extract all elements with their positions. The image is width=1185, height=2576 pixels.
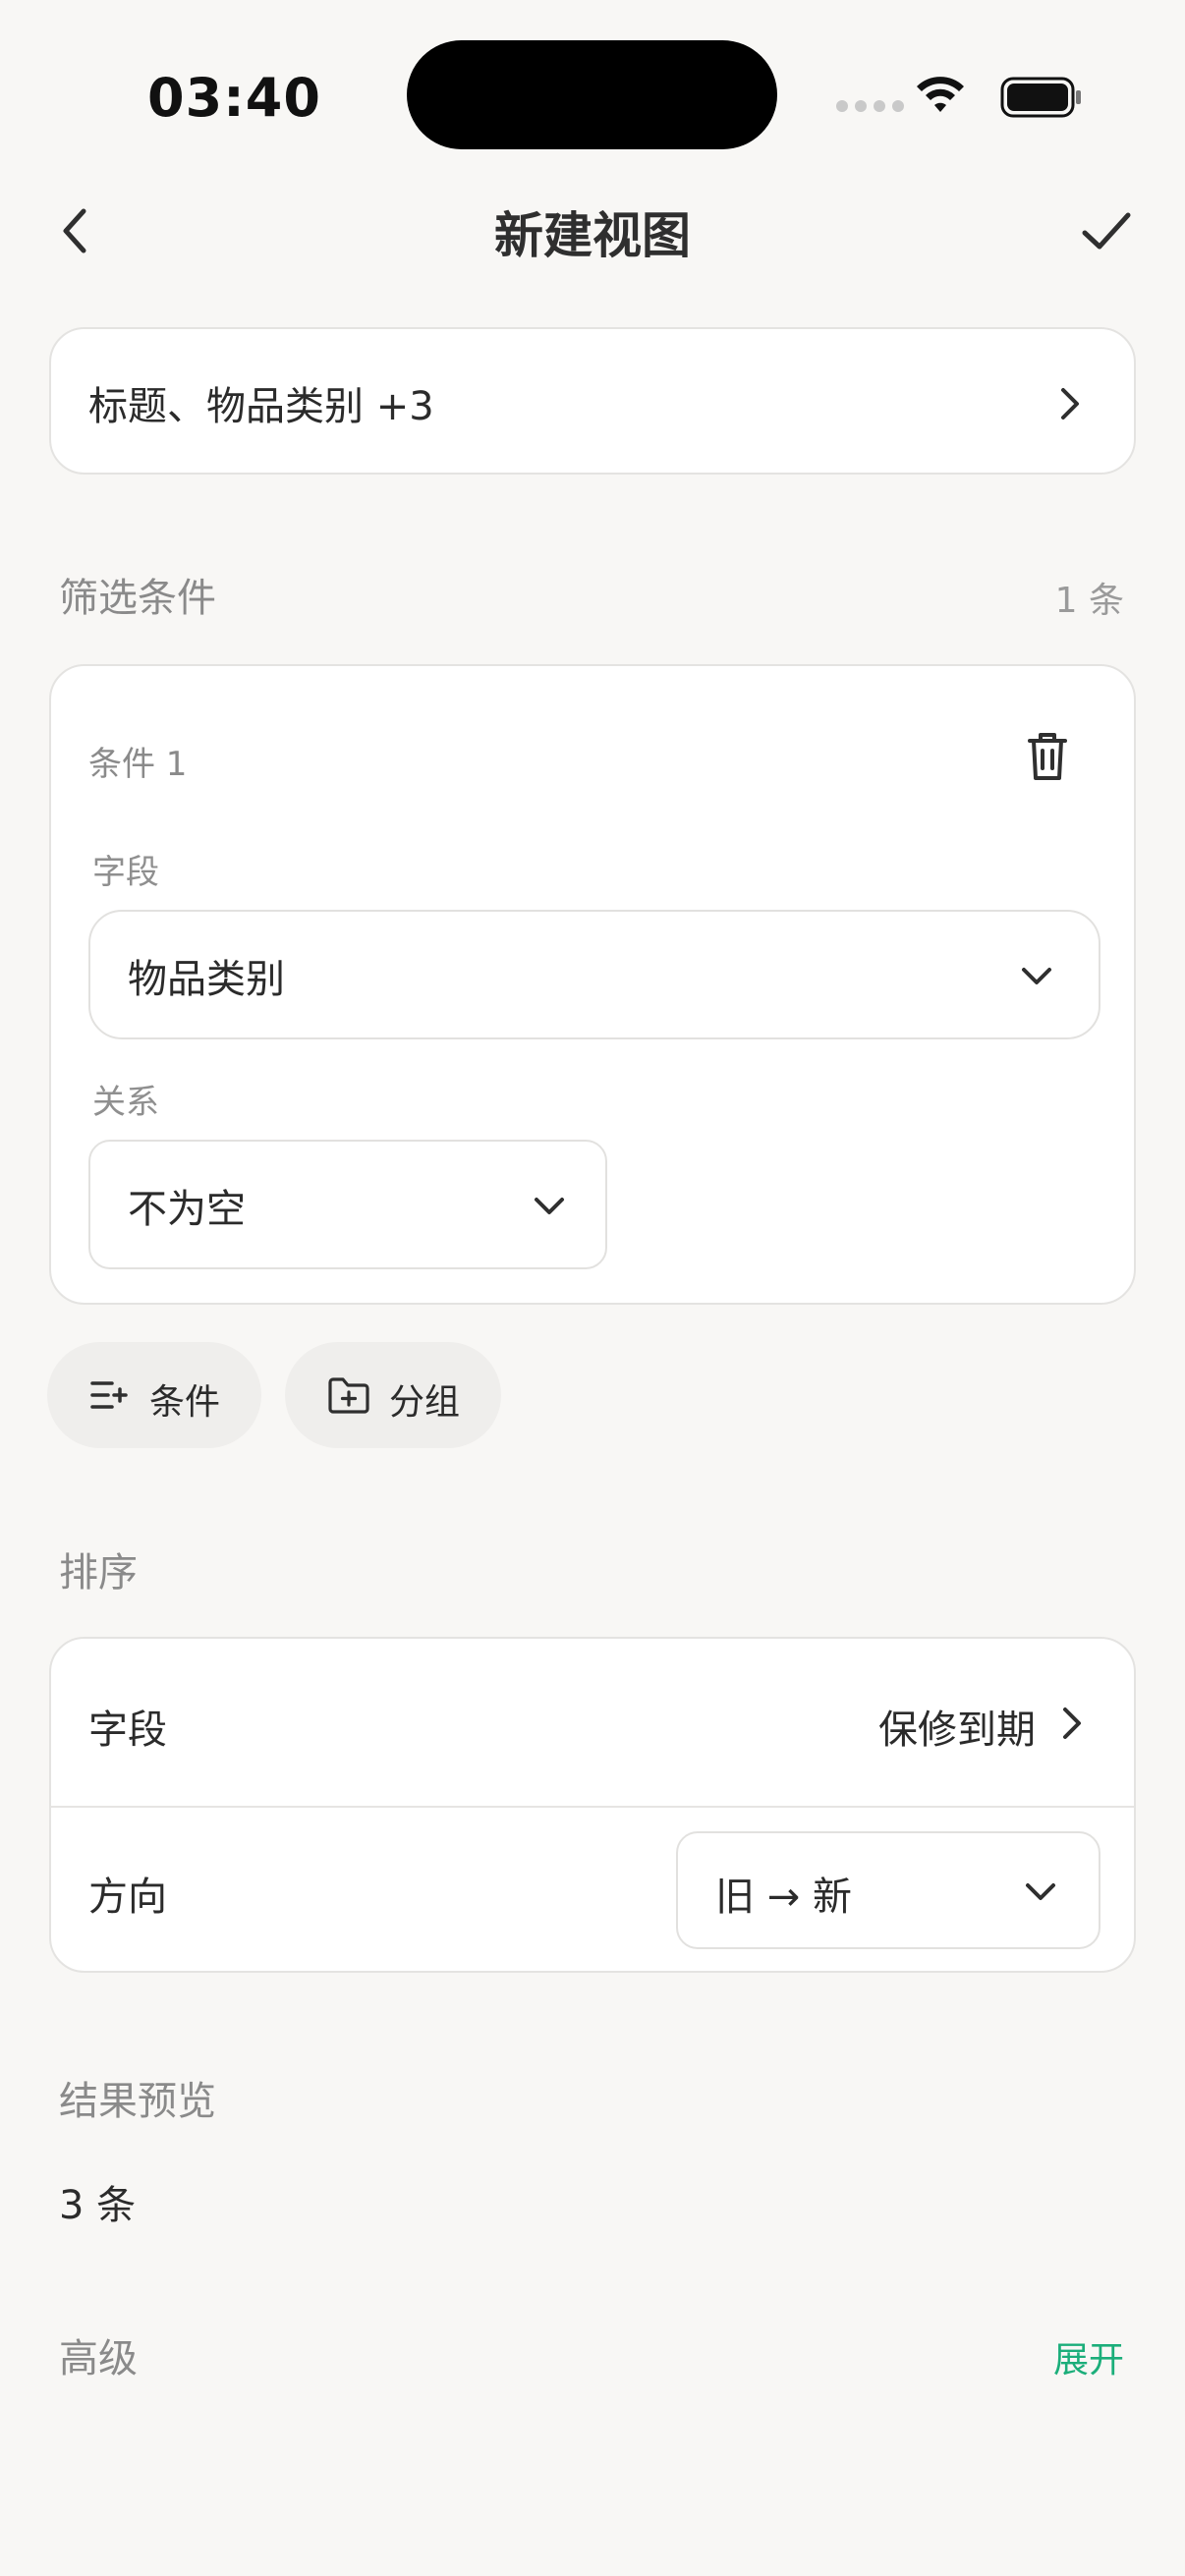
folder-plus-icon — [328, 1377, 369, 1414]
chevron-down-icon — [535, 1198, 564, 1214]
display-fields-row[interactable]: 标题、物品类别 +3 — [49, 327, 1136, 475]
status-icons — [788, 75, 1083, 118]
advanced-expand-link[interactable]: 展开 — [1053, 2331, 1124, 2382]
preview-section-label: 结果预览 — [59, 2079, 216, 2124]
chevron-down-icon — [1022, 968, 1051, 984]
display-fields-summary: 标题、物品类别 +3 — [88, 384, 434, 429]
sort-direction-value: 旧 → 新 — [715, 1875, 852, 1920]
condition-title: 条件 1 — [88, 745, 188, 784]
confirm-check-icon[interactable] — [1077, 201, 1136, 260]
sort-field-label: 字段 — [88, 1708, 167, 1753]
sort-field-value: 保修到期 — [878, 1708, 1036, 1753]
cellular-signal-icon — [836, 100, 904, 112]
chevron-right-icon — [1063, 1708, 1081, 1739]
dynamic-island — [407, 40, 777, 149]
divider — [51, 1806, 1134, 1808]
add-group-button[interactable]: 分组 — [285, 1342, 501, 1448]
preview-result-count: 3 条 — [59, 2183, 137, 2228]
field-select-value: 物品类别 — [128, 957, 285, 1002]
advanced-section-label: 高级 — [59, 2336, 138, 2381]
relation-label: 关系 — [92, 1083, 159, 1122]
add-condition-label: 条件 — [149, 1382, 221, 1423]
filter-section-label: 筛选条件 — [59, 576, 216, 621]
page-title: 新建视图 — [494, 207, 691, 264]
sort-card: 字段 保修到期 方向 旧 → 新 — [49, 1637, 1136, 1973]
chevron-down-icon — [1026, 1883, 1055, 1900]
sort-direction-select[interactable]: 旧 → 新 — [676, 1831, 1100, 1949]
field-select[interactable]: 物品类别 — [88, 910, 1100, 1039]
battery-icon — [1000, 77, 1081, 118]
delete-trash-icon[interactable] — [1026, 731, 1069, 782]
add-condition-icon — [90, 1381, 128, 1409]
sort-section-label: 排序 — [59, 1550, 138, 1596]
relation-select[interactable]: 不为空 — [88, 1140, 607, 1269]
status-time: 03:40 — [147, 67, 321, 129]
add-group-label: 分组 — [389, 1382, 461, 1423]
field-label: 字段 — [92, 853, 159, 892]
add-condition-button[interactable]: 条件 — [47, 1342, 261, 1448]
sort-field-row[interactable]: 字段 保修到期 — [51, 1639, 1134, 1806]
wifi-icon — [917, 77, 964, 112]
sort-direction-label: 方向 — [88, 1875, 167, 1920]
filter-condition-card: 条件 1 字段 物品类别 关系 不为空 — [49, 664, 1136, 1305]
relation-select-value: 不为空 — [128, 1187, 246, 1232]
chevron-right-icon — [1061, 388, 1079, 420]
filter-count: 1 条 — [1054, 581, 1124, 621]
new-view-screen: 03:40 新建视图 标题、物品类别 +3 筛选条件 1 条 条件 1 字段 物… — [0, 0, 1185, 2576]
